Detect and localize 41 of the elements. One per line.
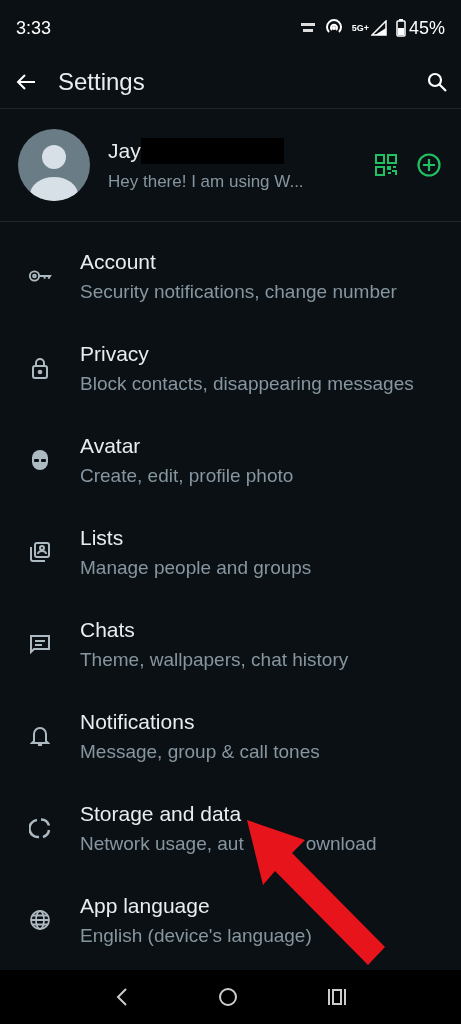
face-icon xyxy=(29,449,51,471)
setting-subtitle: Create, edit, profile photo xyxy=(80,464,294,487)
setting-title[interactable]: Chats xyxy=(80,617,135,642)
setting-subtitle: Security notifications, change number xyxy=(80,280,397,303)
globe-icon xyxy=(29,909,51,931)
home-nav-icon[interactable] xyxy=(217,987,238,1007)
page-title: Settings xyxy=(58,68,146,96)
back-nav-icon[interactable] xyxy=(114,988,129,1006)
profile-status: Hey there! I am using W... xyxy=(108,172,305,192)
setting-title[interactable]: Privacy xyxy=(80,341,149,366)
setting-subtitle: Network usage, aut xyxy=(80,832,244,855)
setting-title[interactable]: Notifications xyxy=(80,709,195,734)
storage-icon xyxy=(29,817,51,839)
recents-nav-icon[interactable] xyxy=(326,988,347,1006)
setting-subtitle: Theme, wallpapers, chat history xyxy=(80,648,349,671)
add-circle-icon[interactable] xyxy=(417,153,441,177)
key-icon xyxy=(28,269,52,283)
search-icon[interactable] xyxy=(427,72,447,92)
volte-icon xyxy=(299,21,316,35)
back-arrow-icon[interactable] xyxy=(16,73,36,91)
lock-icon xyxy=(31,357,49,379)
profile-name: Jay xyxy=(108,139,141,163)
chat-icon xyxy=(29,634,51,654)
status-time: 3:33 xyxy=(16,17,52,39)
setting-title[interactable]: Lists xyxy=(80,525,124,550)
setting-subtitle: English (device's language) xyxy=(80,924,312,947)
setting-subtitle: Manage people and groups xyxy=(80,556,312,579)
setting-title[interactable]: App language xyxy=(80,893,210,918)
setting-title[interactable]: Storage and data xyxy=(80,801,242,826)
battery-level: 45% xyxy=(408,17,445,39)
battery-icon xyxy=(395,19,406,37)
setting-title[interactable]: Account xyxy=(80,249,156,274)
setting-subtitle: Message, group & call tones xyxy=(80,740,320,763)
bell-icon xyxy=(30,725,50,747)
setting-title[interactable]: Avatar xyxy=(80,433,141,458)
network-label: 5G+ xyxy=(351,23,369,33)
contact-list-icon xyxy=(29,541,51,563)
setting-subtitle: ownload xyxy=(305,832,377,855)
signal-icon xyxy=(370,20,387,36)
setting-subtitle: Block contacts, disappearing messages xyxy=(80,372,414,395)
qr-code-icon[interactable] xyxy=(375,154,397,176)
